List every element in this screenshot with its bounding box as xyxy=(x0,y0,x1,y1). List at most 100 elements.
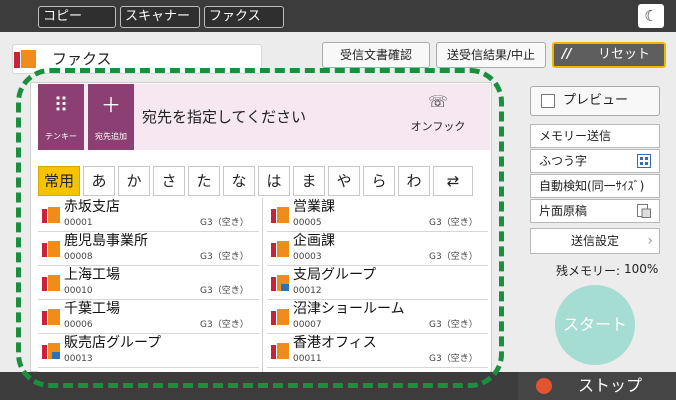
entry-number: 00007 xyxy=(293,320,322,330)
entry-status: G3（空き） xyxy=(200,218,249,228)
index-tab-frequent[interactable]: 常用 xyxy=(38,166,80,196)
index-tab-ka[interactable]: か xyxy=(118,166,150,196)
energy-saver-moon-icon[interactable]: ☾ xyxy=(638,4,664,28)
address-list: 赤坂支店 00001 G3（空き） 営業課 00005 G3（空き） 鹿児島事業… xyxy=(38,198,490,372)
entry-name: 沼津ショールーム xyxy=(293,301,405,317)
start-button[interactable]: スタート xyxy=(555,285,635,365)
plus-icon: ＋ xyxy=(101,93,121,117)
entry-number: 00001 xyxy=(64,218,93,228)
entry-name: 赤坂支店 xyxy=(64,199,120,215)
entry-name: 販売店グループ xyxy=(64,335,162,351)
entry-status: G3（空き） xyxy=(200,252,249,262)
index-tab-wa[interactable]: わ xyxy=(398,166,430,196)
list-column-divider xyxy=(262,198,263,372)
chevron-right-icon: › xyxy=(647,233,653,249)
entry-name: 鹿児島事業所 xyxy=(64,233,148,249)
tab-fax[interactable]: ファクス xyxy=(204,6,284,28)
group-destination-icon xyxy=(42,343,60,359)
fax-destination-icon xyxy=(42,275,60,291)
list-item[interactable]: 支局グループ 00012 xyxy=(267,266,488,300)
index-tab-ra[interactable]: ら xyxy=(363,166,395,196)
list-item[interactable]: 鹿児島事業所 00008 G3（空き） xyxy=(38,232,259,266)
preview-toggle[interactable]: プレビュー xyxy=(530,86,660,116)
stop-label: ストップ xyxy=(578,376,643,395)
tab-copy[interactable]: コピー xyxy=(38,6,116,28)
entry-status: G3（空き） xyxy=(429,218,478,228)
entry-number: 00005 xyxy=(293,218,322,228)
index-tab-ma[interactable]: ま xyxy=(293,166,325,196)
reset-button[interactable]: // リセット xyxy=(552,42,666,68)
single-side-label: 片面原稿 xyxy=(539,204,588,218)
list-item[interactable]: 営業課 00005 G3（空き） xyxy=(267,198,488,232)
list-item[interactable]: 香港オフィス 00011 G3（空き） xyxy=(267,334,488,368)
resolution-label: ふつう字 xyxy=(539,154,588,168)
entry-name: 千葉工場 xyxy=(64,301,120,317)
entry-number: 00011 xyxy=(293,354,322,364)
fax-destination-icon xyxy=(42,207,60,223)
send-settings-label: 送信設定 xyxy=(570,234,619,248)
memory-label: 残メモリー: xyxy=(556,264,621,278)
index-tab-ya[interactable]: や xyxy=(328,166,360,196)
list-item[interactable]: 上海工場 00010 G3（空き） xyxy=(38,266,259,300)
list-item[interactable]: 赤坂支店 00001 G3（空き） xyxy=(38,198,259,232)
memory-value: 100% xyxy=(624,262,659,276)
fax-destination-icon xyxy=(271,241,289,257)
preview-label: プレビュー xyxy=(563,93,629,108)
add-destination-label: 宛先追加 xyxy=(95,132,127,141)
fax-destination-icon xyxy=(42,309,60,325)
entry-status: G3（空き） xyxy=(429,252,478,262)
entry-name: 上海工場 xyxy=(64,267,120,283)
index-tab-ha[interactable]: は xyxy=(258,166,290,196)
memory-send-button[interactable]: メモリー送信 xyxy=(530,124,660,148)
group-destination-icon xyxy=(271,275,289,291)
preview-checkbox[interactable] xyxy=(541,94,555,108)
index-tab-switch[interactable]: ⇄ xyxy=(433,166,473,196)
reset-label: リセット xyxy=(598,47,651,62)
entry-status: G3（空き） xyxy=(200,320,249,330)
index-tab-sa[interactable]: さ xyxy=(153,166,185,196)
single-side-button[interactable]: 片面原稿 xyxy=(530,199,660,223)
list-item[interactable]: 企画課 00003 G3（空き） xyxy=(267,232,488,266)
tenkey-label: テンキー xyxy=(45,132,77,141)
title-area xyxy=(12,44,262,74)
reset-icon: // xyxy=(562,47,572,62)
received-docs-button[interactable]: 受信文書確認 xyxy=(322,42,430,68)
original-sides-icon xyxy=(637,204,651,218)
entry-number: 00006 xyxy=(64,320,93,330)
onhook-button[interactable]: ☏ オンフック xyxy=(398,90,478,144)
index-tab-ta[interactable]: た xyxy=(188,166,220,196)
fax-destination-icon xyxy=(271,309,289,325)
stop-icon xyxy=(536,378,552,394)
add-destination-button[interactable]: ＋ 宛先追加 xyxy=(88,84,134,150)
resolution-icon xyxy=(637,154,651,168)
send-settings-button[interactable]: 送信設定 › xyxy=(530,228,660,254)
index-tabs: 常用 あ か さ た な は ま や ら わ ⇄ xyxy=(38,166,490,196)
app-title: ファクス xyxy=(52,50,112,68)
list-item[interactable]: 千葉工場 00006 G3（空き） xyxy=(38,300,259,334)
fax-destination-icon xyxy=(271,207,289,223)
resolution-button[interactable]: ふつう字 xyxy=(530,149,660,173)
keypad-icon: ⠿ xyxy=(53,93,69,117)
tx-result-button[interactable]: 送受信結果/中止 xyxy=(436,42,546,68)
tenkey-button[interactable]: ⠿ テンキー xyxy=(38,84,84,150)
auto-detect-button[interactable]: 自動検知(同一ｻｲｽﾞ) xyxy=(530,174,660,198)
entry-status: G3（空き） xyxy=(429,320,478,330)
entry-number: 00010 xyxy=(64,286,93,296)
entry-status: G3（空き） xyxy=(429,354,478,364)
entry-number: 00003 xyxy=(293,252,322,262)
entry-number: 00008 xyxy=(64,252,93,262)
fax-destination-icon xyxy=(271,343,289,359)
onhook-label: オンフック xyxy=(410,120,466,133)
destination-prompt: 宛先を指定してください xyxy=(142,108,307,126)
list-item[interactable]: 販売店グループ 00013 xyxy=(38,334,259,368)
entry-number: 00012 xyxy=(293,286,322,296)
list-item[interactable]: 沼津ショールーム 00007 G3（空き） xyxy=(267,300,488,334)
index-tab-a[interactable]: あ xyxy=(83,166,115,196)
phone-icon: ☏ xyxy=(427,92,448,111)
entry-name: 企画課 xyxy=(293,233,335,249)
entry-number: 00013 xyxy=(64,354,93,364)
entry-name: 営業課 xyxy=(293,199,335,215)
fax-app-icon xyxy=(14,50,36,68)
tab-scanner[interactable]: スキャナー xyxy=(120,6,200,28)
index-tab-na[interactable]: な xyxy=(223,166,255,196)
